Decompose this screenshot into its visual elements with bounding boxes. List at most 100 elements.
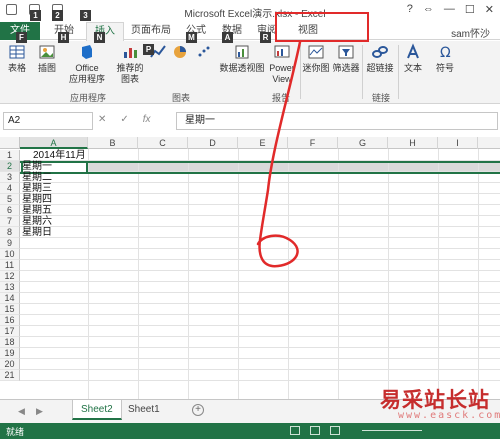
column-header-a[interactable]: A <box>20 137 88 149</box>
row-header-20[interactable]: 20 <box>0 359 20 370</box>
filters-button[interactable]: 筛选器 <box>332 43 360 74</box>
row-header-18[interactable]: 18 <box>0 337 20 348</box>
grid-vline <box>478 149 479 399</box>
row-header-19[interactable]: 19 <box>0 348 20 359</box>
save-icon[interactable] <box>6 4 17 15</box>
next-sheet-icon[interactable]: ▶ <box>36 406 43 417</box>
row-header-13[interactable]: 13 <box>0 282 20 293</box>
grid-vline <box>288 149 289 399</box>
row-header-14[interactable]: 14 <box>0 293 20 304</box>
tab-page-layout[interactable]: 页面布局 <box>126 22 176 40</box>
page-layout-view-icon[interactable] <box>310 426 320 435</box>
cell-a3[interactable]: 星期二 <box>21 172 52 183</box>
grid-hline <box>20 204 500 205</box>
column-header-c[interactable]: C <box>138 137 188 149</box>
pie-chart-button[interactable] <box>170 43 190 63</box>
cell-a4[interactable]: 星期三 <box>21 183 52 194</box>
row-header-2[interactable]: 2 <box>0 161 20 172</box>
tab-insert[interactable]: 插入 <box>86 22 124 41</box>
row-header-7[interactable]: 7 <box>0 216 20 227</box>
scatter-chart-button[interactable] <box>194 43 214 63</box>
help-icon[interactable]: ? <box>407 3 413 16</box>
cell-a1[interactable]: 2014年11月 <box>21 150 86 161</box>
hyperlink-button[interactable]: 超链接 <box>364 43 396 74</box>
row-header-17[interactable]: 17 <box>0 326 20 337</box>
function-icon[interactable]: fx <box>143 114 151 125</box>
keytip-m: M <box>186 32 197 43</box>
text-button[interactable]: 文本 <box>400 43 426 74</box>
hyperlink-icon <box>372 46 388 58</box>
row-header-1[interactable]: 1 <box>0 150 20 161</box>
sheet-tab-sheet2[interactable]: Sheet2 <box>72 400 122 420</box>
cell-a8[interactable]: 星期日 <box>21 227 52 238</box>
row-header-3[interactable]: 3 <box>0 172 20 183</box>
column-header-i[interactable]: I <box>438 137 478 149</box>
grid-vline <box>238 149 239 399</box>
maximize-button[interactable]: ☐ <box>465 3 475 16</box>
cell-a6[interactable]: 星期五 <box>21 205 52 216</box>
close-button[interactable]: ✕ <box>485 3 494 16</box>
grid-vline <box>138 149 139 399</box>
prev-sheet-icon[interactable]: ◀ <box>18 406 25 417</box>
row-header-21[interactable]: 21 <box>0 370 20 381</box>
illustrations-button[interactable]: 插图 <box>34 43 60 74</box>
name-box[interactable]: A2 <box>3 112 93 130</box>
keytip-n: N <box>94 32 105 43</box>
row-selection-border-top <box>20 161 500 163</box>
recommended-charts-button[interactable]: 推荐的 图表 <box>114 43 146 85</box>
grid-hline <box>20 259 500 260</box>
keytip-h: H <box>58 32 69 43</box>
zoom-slider[interactable] <box>362 430 422 431</box>
filter-icon <box>338 45 354 59</box>
tab-view[interactable]: 视图 <box>290 22 326 40</box>
worksheet-grid[interactable]: ABCDEFGHI 1 2 3 4 5 6 7 8 9 10 11 12 13 14 15 16 17 18 19 2… <box>0 137 500 399</box>
row-header-4[interactable]: 4 <box>0 183 20 194</box>
select-all-corner[interactable] <box>0 137 20 149</box>
table-button[interactable]: 表格 <box>4 43 30 74</box>
row-header-12[interactable]: 12 <box>0 271 20 282</box>
formula-input[interactable]: 星期一 <box>176 112 498 130</box>
row-header-6[interactable]: 6 <box>0 205 20 216</box>
window-title: Microsoft Excel演示.xlsx - Excel <box>184 9 326 20</box>
row-header-15[interactable]: 15 <box>0 304 20 315</box>
row-header-10[interactable]: 10 <box>0 249 20 260</box>
row-header-16[interactable]: 16 <box>0 315 20 326</box>
watermark-url: www.easck.com <box>398 410 500 421</box>
cell-a2[interactable]: 星期一 <box>21 161 52 172</box>
user-account[interactable]: sam怀沙 <box>451 25 490 40</box>
scatter-chart-icon <box>198 46 210 57</box>
page-break-view-icon[interactable] <box>330 426 340 435</box>
column-header-h[interactable]: H <box>388 137 438 149</box>
ribbon-separator <box>362 45 363 99</box>
minimize-button[interactable]: — <box>444 3 455 16</box>
group-label-apps: 应用程序 <box>70 93 107 103</box>
cell-a7[interactable]: 星期六 <box>21 216 52 227</box>
enter-icon[interactable]: ✓ <box>120 114 128 125</box>
sheet-tab-sheet1[interactable]: Sheet1 <box>120 400 168 420</box>
sparklines-button[interactable]: 迷你图 <box>302 43 330 74</box>
column-header-f[interactable]: F <box>288 137 338 149</box>
grid-vline <box>388 149 389 399</box>
column-headers: ABCDEFGHI <box>0 137 500 149</box>
row-header-8[interactable]: 8 <box>0 227 20 238</box>
keytip-1: 1 <box>30 10 41 21</box>
column-header-b[interactable]: B <box>88 137 138 149</box>
column-header-d[interactable]: D <box>188 137 238 149</box>
row-header-9[interactable]: 9 <box>0 238 20 249</box>
symbols-button[interactable]: Ω 符号 <box>432 43 458 74</box>
column-header-e[interactable]: E <box>238 137 288 149</box>
normal-view-icon[interactable] <box>290 426 300 435</box>
office-apps-button[interactable]: Office 应用程序 <box>66 43 108 85</box>
row-header-5[interactable]: 5 <box>0 194 20 205</box>
grid-vline <box>438 149 439 399</box>
column-header-g[interactable]: G <box>338 137 388 149</box>
power-view-button[interactable]: Power View <box>266 43 298 85</box>
sparkline-icon <box>308 45 324 59</box>
add-sheet-button[interactable]: + <box>192 404 204 416</box>
row-header-11[interactable]: 11 <box>0 260 20 271</box>
ribbon-display-icon[interactable]: ⇔ <box>423 3 434 16</box>
cancel-icon[interactable]: ✕ <box>98 114 106 125</box>
formula-bar: A2 ✕ ✓ fx 星期一 <box>0 111 500 131</box>
cell-a5[interactable]: 星期四 <box>21 194 52 205</box>
pivot-chart-button[interactable]: 数据透视图 <box>218 43 266 74</box>
